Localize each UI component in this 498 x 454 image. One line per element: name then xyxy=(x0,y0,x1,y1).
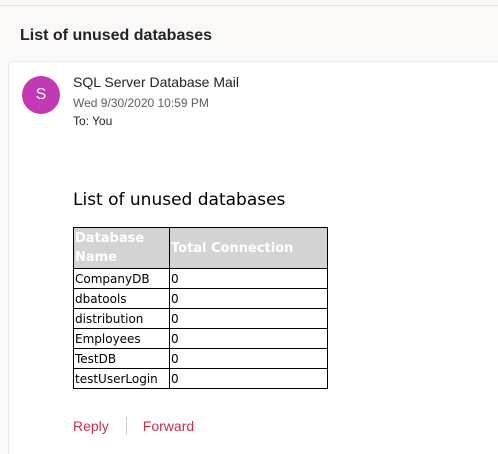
sent-date: Wed 9/30/2020 10:59 PM xyxy=(73,96,209,110)
database-name-cell: CompanyDB xyxy=(73,268,170,289)
reply-button[interactable]: Reply xyxy=(73,418,109,434)
connection-count-cell: 0 xyxy=(169,328,328,349)
table-row: Employees 0 xyxy=(73,328,328,349)
email-subject: List of unused databases xyxy=(20,27,213,44)
connection-count-cell: 0 xyxy=(169,308,328,329)
sender-name[interactable]: SQL Server Database Mail xyxy=(73,74,239,90)
table-row: CompanyDB 0 xyxy=(73,268,328,289)
database-name-cell: distribution xyxy=(73,308,170,329)
connection-count-cell: 0 xyxy=(169,268,328,289)
reading-pane: List of unused databases S SQL Server Da… xyxy=(0,0,498,454)
database-name-cell: testUserLogin xyxy=(73,368,170,389)
connection-count-cell: 0 xyxy=(169,368,328,389)
recipient-line: To: You xyxy=(73,114,112,128)
forward-button[interactable]: Forward xyxy=(143,418,194,434)
actions-divider xyxy=(125,417,127,435)
unused-databases-table: Database Name Total Connection CompanyDB… xyxy=(73,227,328,389)
avatar-initial: S xyxy=(35,86,47,103)
to-label: To: xyxy=(73,114,90,128)
column-header-database-name: Database Name xyxy=(73,227,170,269)
connection-count-cell: 0 xyxy=(169,288,328,309)
column-header-total-connection: Total Connection xyxy=(169,227,328,269)
table-header-row: Database Name Total Connection xyxy=(73,227,328,269)
database-name-cell: dbatools xyxy=(73,288,170,309)
message-actions: Reply Forward xyxy=(73,417,194,435)
database-name-cell: Employees xyxy=(73,328,170,349)
table-row: TestDB 0 xyxy=(73,348,328,369)
table-row: distribution 0 xyxy=(73,308,328,329)
body-heading: List of unused databases xyxy=(73,190,286,210)
sender-avatar[interactable]: S xyxy=(22,76,60,114)
top-divider xyxy=(0,5,498,6)
table-row: dbatools 0 xyxy=(73,288,328,309)
connection-count-cell: 0 xyxy=(169,348,328,369)
database-name-cell: TestDB xyxy=(73,348,170,369)
table-row: testUserLogin 0 xyxy=(73,368,328,389)
recipient-name[interactable]: You xyxy=(92,114,112,128)
